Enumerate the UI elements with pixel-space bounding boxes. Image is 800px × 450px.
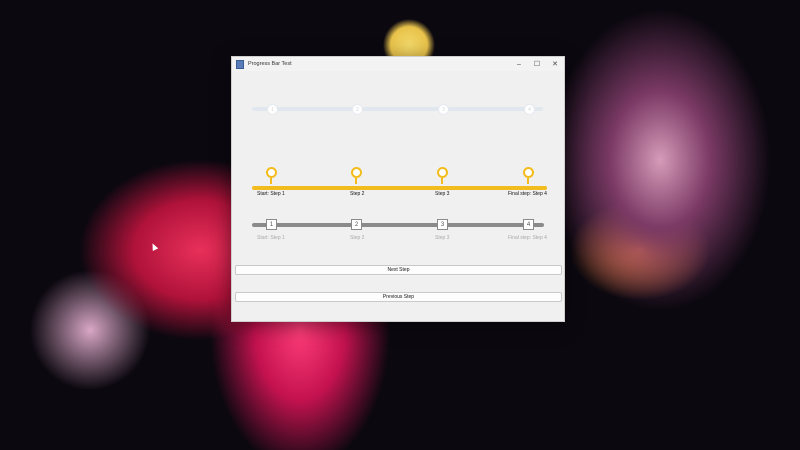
- progress-bar-3-label-4: Final step: Step 4: [508, 235, 547, 241]
- progress-bar-2-pin-4: [523, 167, 534, 178]
- progress-bar-1-step-1: 1: [267, 104, 278, 115]
- progress-bar-2-pin-2: [351, 167, 362, 178]
- maximize-button[interactable]: ☐: [528, 57, 546, 71]
- title-bar: Progress Bar Test – ☐ ✕: [232, 57, 564, 71]
- progress-bar-2-label-3: Step 3: [435, 191, 450, 197]
- progress-bar-3-label-3: Step 3: [435, 235, 450, 241]
- window-content: 1 2 3 4 Start: Step 1 Step 2 Step 3 Fina…: [232, 71, 564, 321]
- progress-bar-2-pin-3: [437, 167, 448, 178]
- minimize-button[interactable]: –: [510, 57, 528, 71]
- progress-bar-1-step-2: 2: [352, 104, 363, 115]
- close-button[interactable]: ✕: [546, 57, 564, 71]
- progress-bar-2-pin-stem-2: [355, 178, 357, 184]
- app-icon: [236, 59, 244, 69]
- progress-bar-1-step-4: 4: [524, 104, 535, 115]
- progress-bar-2-pin-stem-3: [441, 178, 443, 184]
- app-window: Progress Bar Test – ☐ ✕ 1 2 3 4 Start: S…: [231, 56, 565, 322]
- progress-bar-2-pin-1: [266, 167, 277, 178]
- progress-bar-2-pin-stem-4: [527, 178, 529, 184]
- progress-bar-2-label-2: Step 2: [350, 191, 365, 197]
- window-title: Progress Bar Test: [248, 61, 292, 67]
- mouse-cursor-icon: [149, 242, 159, 251]
- progress-bar-3-step-2: 2: [351, 219, 362, 230]
- progress-bar-3-step-3: 3: [437, 219, 448, 230]
- progress-bar-1-step-3: 3: [438, 104, 449, 115]
- progress-bar-2-pin-stem-1: [270, 178, 272, 184]
- progress-bar-3-label-2: Step 2: [350, 235, 365, 241]
- progress-bar-2-label-1: Start: Step 1: [257, 191, 285, 197]
- next-step-button[interactable]: Next Step: [235, 265, 562, 275]
- progress-bar-3-step-1: 1: [266, 219, 277, 230]
- progress-bar-2-label-4: Final step: Step 4: [508, 191, 547, 197]
- progress-bar-3-step-4: 4: [523, 219, 534, 230]
- progress-bar-2-track: [252, 186, 547, 190]
- previous-step-button[interactable]: Previous Step: [235, 292, 562, 302]
- progress-bar-3-label-1: Start: Step 1: [257, 235, 285, 241]
- progress-bar-1-track: [252, 107, 543, 111]
- progress-bar-3-track: [252, 223, 544, 227]
